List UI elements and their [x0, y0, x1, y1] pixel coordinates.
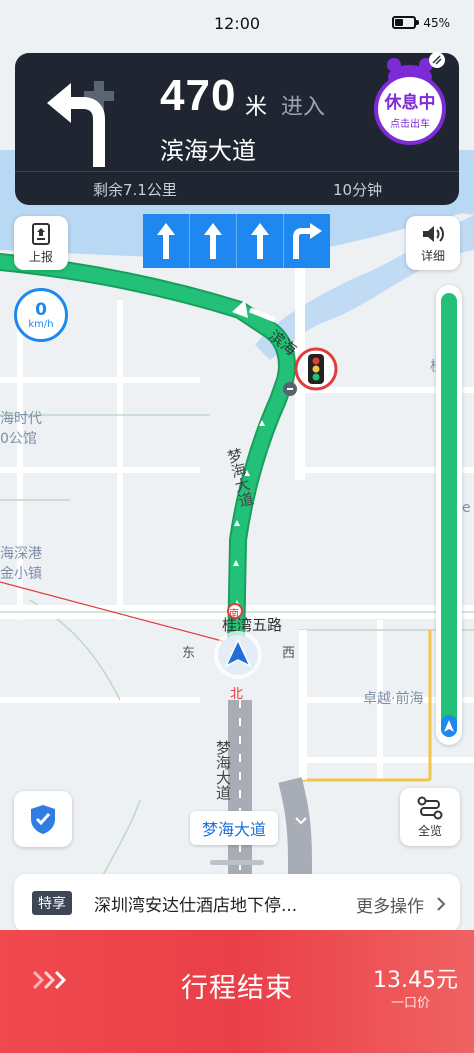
- map-label-east: 东: [182, 646, 196, 661]
- straight-arrow-icon: [251, 223, 269, 259]
- map-label-gongguan: 0公馆: [0, 431, 37, 447]
- battery-percent: 45%: [423, 16, 450, 30]
- turn-right-arrow-icon: [293, 223, 322, 259]
- overview-button[interactable]: 全览: [400, 788, 460, 846]
- lane-2: [190, 214, 237, 268]
- route-progress-fill: [441, 293, 457, 737]
- voice-detail-button[interactable]: 详细: [406, 216, 460, 270]
- rest-circle: 休息中 点击出车: [374, 73, 446, 145]
- report-icon: [32, 222, 50, 245]
- speed-unit: km/h: [28, 318, 54, 330]
- safety-shield-button[interactable]: [14, 791, 72, 847]
- status-bar: 12:00 45%: [0, 0, 474, 46]
- lane-3: [237, 214, 284, 268]
- speed-value: 0: [35, 299, 47, 320]
- rest-status-button[interactable]: 休息中 点击出车: [372, 49, 450, 145]
- report-button[interactable]: 上报: [14, 216, 68, 270]
- nav-divider: [15, 171, 459, 172]
- end-trip-slider[interactable]: 行程结束 13.45元 一口价: [0, 930, 474, 1053]
- destination-card[interactable]: 特享 深圳湾安达仕酒店地下停... 更多操作: [14, 874, 460, 932]
- route-overview-icon: [417, 796, 443, 819]
- lane-guidance: [143, 214, 330, 268]
- lane-4: [284, 214, 330, 268]
- voice-detail-label: 详细: [420, 248, 445, 263]
- speedometer: 0 km/h: [14, 288, 68, 342]
- report-label: 上报: [28, 249, 53, 264]
- turn-distance: 470: [160, 71, 237, 120]
- map-label-jinxiaozhen: 金小镇: [0, 566, 42, 582]
- speaker-icon: [423, 225, 444, 242]
- battery-icon: [392, 16, 419, 29]
- distance-unit: 米: [245, 95, 268, 120]
- rest-subtitle: 点击出车: [390, 119, 430, 130]
- trip-price: 13.45元: [373, 968, 458, 993]
- map-label-shengang: 海深港: [0, 546, 42, 562]
- map-label-e: e: [462, 500, 471, 516]
- destination-name: 深圳湾安达仕酒店地下停...: [94, 896, 298, 916]
- remaining-distance: 剩余7.1公里: [93, 181, 177, 199]
- satellite-icon: [429, 52, 445, 68]
- straight-arrow-icon: [157, 223, 175, 259]
- next-road-name: 滨海大道: [160, 137, 256, 165]
- turn-action: 进入: [281, 95, 326, 120]
- current-road-label: 梦海大道: [190, 811, 279, 845]
- turn-left-icon: [47, 81, 114, 167]
- sheet-drag-handle[interactable]: [210, 860, 264, 865]
- car-position-icon: [441, 715, 457, 737]
- rest-title: 休息中: [384, 93, 436, 113]
- map-label-west: 西: [282, 646, 296, 661]
- map-label-south: 南: [229, 609, 239, 620]
- price-note: 一口价: [390, 996, 430, 1011]
- route-progress-bar: [436, 285, 462, 745]
- shield-icon: [31, 805, 55, 834]
- remaining-time: 10分钟: [333, 181, 383, 199]
- map-label-menghai-lower: 梦海大道: [214, 740, 232, 800]
- map-label-shidai: 海时代: [0, 411, 42, 427]
- straight-arrow-icon: [204, 223, 222, 259]
- destination-tag: 特享: [32, 891, 72, 915]
- map-label-zhuoyue: 卓越·前海: [363, 691, 424, 707]
- lane-1: [143, 214, 190, 268]
- more-actions-button[interactable]: 更多操作: [356, 892, 424, 917]
- chevron-right-icon: [437, 897, 446, 911]
- navigation-instruction-card[interactable]: 470 米 进入 滨海大道 剩余7.1公里 10分钟 休息中 点击出车: [15, 52, 459, 205]
- map-label-north: 北: [230, 687, 244, 702]
- overview-label: 全览: [417, 823, 442, 838]
